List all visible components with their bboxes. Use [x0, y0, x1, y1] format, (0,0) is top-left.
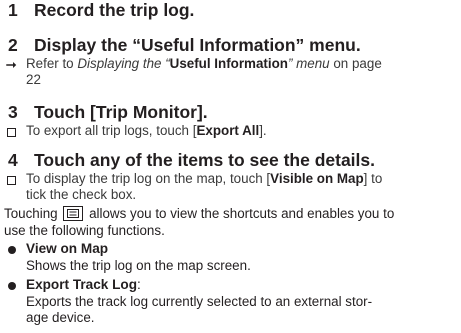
export-track-log-colon: : — [137, 277, 141, 292]
ref-post: on page — [329, 56, 382, 71]
ref-italic-a: Displaying the “ — [77, 56, 170, 71]
shortcuts-post: allows you to view the shortcuts and ena… — [89, 206, 395, 221]
step-3-number: 3 — [8, 102, 18, 122]
step-4-number: 4 — [8, 150, 18, 170]
shortcuts-paragraph: Touching allows you to view the shortcut… — [4, 205, 457, 239]
export-desc-line2: age device. — [26, 310, 95, 325]
export-desc-line1: Exports the track log currently selected… — [26, 294, 373, 309]
arrow-right-icon: ⭢ — [6, 56, 17, 71]
shortcuts-pre: Touching — [4, 206, 58, 221]
step-1-number: 1 — [8, 0, 18, 20]
step-3-note: To export all trip logs, touch [Export A… — [26, 123, 457, 139]
step-3-note-pre: To export all trip logs, touch [ — [26, 123, 197, 138]
export-all-label: Export All — [196, 123, 260, 138]
visible-on-map-label: Visible on Map — [270, 171, 364, 186]
shortcuts-line2: use the following functions. — [4, 223, 165, 238]
function-view-on-map-desc: Shows the trip log on the map screen. — [26, 258, 251, 273]
square-checkbox-icon — [7, 176, 16, 185]
step-1-title: Record the trip log. — [34, 0, 195, 20]
step-4-note-pre: To display the trip log on the map, touc… — [26, 171, 271, 186]
ref-page: 22 — [26, 72, 41, 87]
step-2-reference: Refer to Displaying the “Useful Informat… — [26, 56, 457, 88]
step-4-note-line2: tick the check box. — [26, 187, 137, 202]
menu-list-icon — [63, 206, 84, 221]
bullet-dot-icon — [8, 282, 16, 290]
export-track-log-label: Export Track Log — [26, 277, 138, 292]
ref-pre: Refer to — [26, 56, 78, 71]
step-3-title: Touch [Trip Monitor]. — [34, 102, 208, 122]
function-export-track-log-title: Export Track Log: — [26, 277, 141, 292]
function-view-on-map-title: View on Map — [26, 241, 109, 256]
square-checkbox-icon — [7, 128, 16, 137]
bullet-dot-icon — [8, 246, 16, 254]
step-4-note: To display the trip log on the map, touc… — [26, 171, 457, 203]
step-3-note-post: ]. — [259, 123, 267, 138]
step-4-note-post: ] to — [363, 171, 383, 186]
step-4-title: Touch any of the items to see the detail… — [34, 150, 375, 170]
manual-page: 1 Record the trip log. 2 Display the “Us… — [0, 0, 461, 333]
function-export-track-log-desc: Exports the track log currently selected… — [26, 294, 457, 326]
ref-bold: Useful Information — [169, 56, 288, 71]
step-2-number: 2 — [8, 35, 18, 55]
step-2-title: Display the “Useful Information” menu. — [34, 35, 361, 55]
ref-italic-b: ” menu — [287, 56, 330, 71]
